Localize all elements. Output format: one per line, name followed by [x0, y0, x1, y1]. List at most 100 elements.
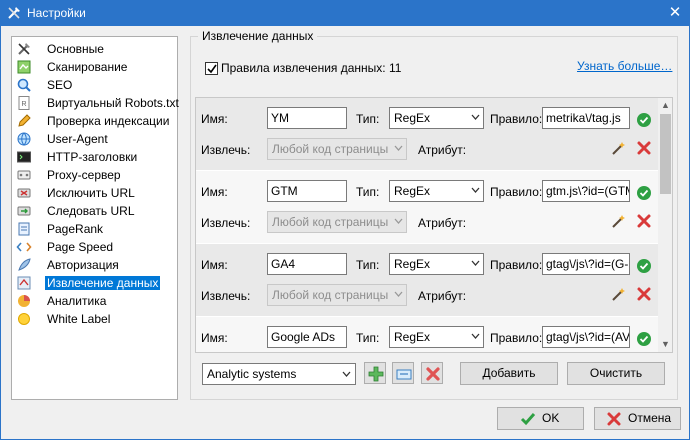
scroll-down-arrow[interactable]: ▼: [658, 337, 672, 352]
magic-wand-icon[interactable]: [611, 140, 627, 156]
rule-block: Имя: GTM Тип: RegEx Правило: gtm.js\?id=(GTM И…: [196, 171, 658, 244]
edit-preset-button[interactable]: [392, 362, 414, 384]
extract-value: Любой код страницы: [272, 288, 389, 302]
rule-name-input[interactable]: GTM: [267, 180, 347, 202]
add-button[interactable]: Добавить: [460, 362, 558, 385]
nav-item-label: Следовать URL: [47, 204, 135, 218]
tools-icon: [18, 43, 30, 55]
rule-pattern-input[interactable]: gtag\/js\?id=(G-: [542, 253, 630, 275]
preset-dropdown[interactable]: Analytic systems: [202, 363, 356, 385]
type-label: Тип:: [356, 112, 380, 126]
nav-item-label: SEO: [47, 78, 73, 92]
extract-dropdown: Любой код страницы: [267, 138, 407, 160]
cancel-button[interactable]: Отмена: [594, 407, 681, 430]
ok-label: OK: [542, 411, 560, 425]
type-dropdown[interactable]: RegEx: [389, 107, 484, 129]
check-circle-icon[interactable]: [636, 258, 652, 274]
nav-item-label: Аналитика: [47, 294, 107, 308]
nav-item-label: Сканирование: [47, 60, 128, 74]
nav-item[interactable]: Аналитика: [16, 292, 174, 310]
nav-item[interactable]: HTTP-заголовки: [16, 148, 174, 166]
type-dropdown[interactable]: RegEx: [389, 180, 484, 202]
rules-list: Имя: YM Тип: RegEx Правило: metrika\/tag.js Из…: [195, 97, 673, 353]
rule-block: Имя: Google ADs Тип: RegEx Правило: gtag\/js\…: [196, 317, 658, 352]
type-dropdown[interactable]: RegEx: [389, 326, 484, 348]
rule-name-input[interactable]: YM: [267, 107, 347, 129]
type-value: RegEx: [394, 330, 431, 344]
type-dropdown[interactable]: RegEx: [389, 253, 484, 275]
chevron-down-icon: [471, 114, 480, 120]
attribute-label: Атрибут:: [418, 216, 467, 230]
type-label: Тип:: [356, 331, 380, 345]
check-circle-icon[interactable]: [636, 112, 652, 128]
nav-item[interactable]: R Виртуальный Robots.txt: [16, 94, 179, 112]
delete-preset-button[interactable]: [421, 362, 443, 384]
ok-button[interactable]: OK: [497, 407, 584, 430]
rule-block: Имя: GA4 Тип: RegEx Правило: gtag\/js\?id=(G-…: [196, 244, 658, 317]
exclude-url-icon: [17, 188, 31, 198]
close-icon[interactable]: ✕: [660, 0, 690, 26]
check-circle-icon[interactable]: [636, 331, 652, 347]
clear-button[interactable]: Очистить: [567, 362, 665, 385]
nav-item[interactable]: SEO: [16, 76, 174, 94]
rules-checkbox[interactable]: [205, 62, 218, 75]
plus-icon: [368, 366, 384, 382]
delete-icon: [426, 367, 440, 381]
seo-search-icon: [17, 78, 31, 92]
window-title: Настройки: [27, 6, 86, 20]
magic-wand-icon[interactable]: [611, 213, 627, 229]
check-circle-icon[interactable]: [636, 185, 652, 201]
nav-item-label: User-Agent: [47, 132, 108, 146]
chevron-down-icon: [394, 218, 403, 224]
rule-pattern-input[interactable]: gtag\/js\?id=(AV: [542, 326, 630, 348]
nav-item[interactable]: Proxy-сервер: [16, 166, 174, 184]
scroll-up-arrow[interactable]: ▲: [658, 98, 672, 113]
nav-item[interactable]: Следовать URL: [16, 202, 174, 220]
rules-scrollbar[interactable]: ▲ ▼: [658, 98, 672, 352]
robots-file-icon: R: [18, 96, 30, 110]
delete-icon[interactable]: [636, 286, 652, 302]
group-title: Извлечение данных: [198, 29, 318, 43]
nav-item[interactable]: Авторизация: [16, 256, 174, 274]
rule-pattern-input[interactable]: metrika\/tag.js: [542, 107, 630, 129]
name-label: Имя:: [201, 258, 228, 272]
rule-name-input[interactable]: Google ADs: [267, 326, 347, 348]
delete-icon[interactable]: [636, 140, 652, 156]
nav-item[interactable]: Исключить URL: [16, 184, 174, 202]
chevron-down-icon: [342, 371, 351, 377]
sun-icon: [18, 313, 30, 325]
terminal-icon: [17, 151, 31, 163]
edit-preset-icon: [396, 369, 412, 380]
attribute-label: Атрибут:: [418, 289, 467, 303]
delete-icon[interactable]: [636, 213, 652, 229]
extract-label: Извлечь:: [201, 143, 251, 157]
extract-value: Любой код страницы: [272, 215, 389, 229]
nav-item[interactable]: PageRank: [16, 220, 174, 238]
nav-item[interactable]: Page Speed: [16, 238, 174, 256]
nav-item[interactable]: Извлечение данных: [16, 274, 174, 292]
title-bar: Настройки ✕: [0, 0, 690, 26]
pencil-icon: [18, 114, 31, 127]
scroll-thumb[interactable]: [660, 114, 671, 194]
rule-label: Правило:: [490, 185, 543, 199]
nav-item[interactable]: White Label: [16, 310, 174, 328]
learn-more-link[interactable]: Узнать больше…: [577, 59, 672, 73]
attribute-label: Атрибут:: [418, 143, 467, 157]
chevron-down-icon: [394, 145, 403, 151]
nav-item[interactable]: User-Agent: [16, 130, 174, 148]
extract-dropdown: Любой код страницы: [267, 211, 407, 233]
nav-item[interactable]: Основные: [16, 40, 174, 58]
rule-name-input[interactable]: GA4: [267, 253, 347, 275]
nav-item[interactable]: Сканирование: [16, 58, 174, 76]
globe-icon: [17, 132, 31, 146]
rule-label: Правило:: [490, 258, 543, 272]
chevron-down-icon: [471, 187, 480, 193]
magic-wand-icon[interactable]: [611, 286, 627, 302]
add-preset-button[interactable]: [364, 362, 386, 384]
proxy-icon: [17, 170, 31, 180]
ok-check-icon: [520, 413, 536, 426]
extract-dropdown: Любой код страницы: [267, 284, 407, 306]
type-value: RegEx: [394, 184, 431, 198]
nav-item[interactable]: Проверка индексации: [16, 112, 174, 130]
rule-pattern-input[interactable]: gtm.js\?id=(GTM: [542, 180, 630, 202]
